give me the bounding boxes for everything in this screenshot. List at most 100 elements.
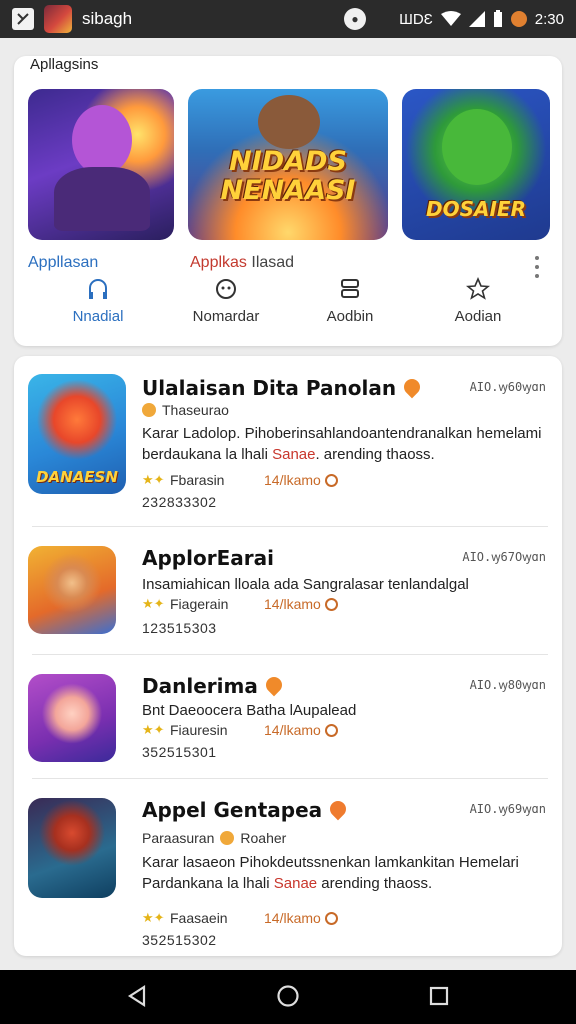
download-count: 352515302: [142, 932, 217, 948]
publisher: Thaseurao: [142, 402, 229, 418]
nav-label: Aodian: [454, 308, 502, 325]
publisher-name: Paraasuran: [142, 830, 215, 846]
publisher: Paraasuran Roaher: [142, 830, 286, 846]
downloads: 14/lkamo: [264, 722, 321, 738]
app-description: Bnt Daeoocera Batha lAupalead: [142, 702, 357, 719]
character-body: [54, 167, 150, 231]
rating-row: ★✦ Fbarasin 14/lkamo: [142, 472, 338, 488]
star-outline-icon: [466, 276, 490, 300]
clock: 2:30: [534, 10, 564, 28]
nav-label: Nnadial: [72, 308, 124, 325]
character-art: [72, 105, 132, 175]
app-thumbnail: [44, 5, 72, 33]
record-icon: ●: [344, 8, 366, 30]
download-icon: [324, 723, 338, 737]
nav-item-nomardar[interactable]: Nomardar: [166, 276, 286, 325]
publisher-name-2: Roaher: [240, 830, 287, 846]
download-count: 352515301: [142, 744, 217, 760]
divider: [32, 526, 548, 527]
stars-icon: ★✦: [142, 910, 165, 925]
downloads: 14/lkamo: [264, 910, 321, 926]
rating-label: Fbarasin: [170, 472, 225, 488]
icon-art-text: DANAESN: [36, 468, 118, 486]
rating-row: ★✦ Fiauresin 14/lkamo: [142, 722, 338, 738]
tile-label-2-red: Applkas: [190, 254, 247, 271]
app-version: AIO.ꝡ80ꝡɑn: [469, 678, 546, 692]
app-icon: DANAESN: [28, 374, 126, 494]
nav-item-aodbin[interactable]: Aodbin: [290, 276, 410, 325]
home-icon[interactable]: [276, 984, 300, 1008]
list-item[interactable]: ApplorEarai AIO.ꝡ67Oꝡɑn Insamiahican llo…: [14, 528, 562, 656]
app-name: Ulalaisan Dita Panolan: [142, 375, 424, 400]
tile-label-2[interactable]: Applkas Ilasad: [190, 254, 294, 272]
divider: [32, 654, 548, 655]
downloads: 14/lkamo: [264, 596, 321, 612]
network-label: ШDƐ: [399, 10, 433, 28]
status-bar: sibagh ● ШDƐ 2:30: [0, 0, 576, 38]
nav-label: Aodbin: [326, 308, 374, 325]
download-count: 232833302: [142, 494, 217, 510]
featured-tile-3[interactable]: DOSAIER: [402, 89, 550, 240]
list-item[interactable]: DANAESN Ulalaisan Dita Panolan AIO.ꝡ60ꝡɑ…: [14, 356, 562, 527]
character-art: [442, 109, 512, 185]
stars-icon: ★✦: [142, 472, 165, 487]
app-name: ApplorEarai: [142, 546, 274, 570]
badge-icon: [216, 279, 236, 299]
nav-item-nnadial[interactable]: Nnadial: [38, 276, 158, 325]
signal-icon: [468, 11, 485, 27]
battery-icon: [493, 10, 502, 27]
featured-tile-2[interactable]: NIDADS NENAASI: [188, 89, 388, 240]
coin-icon: [220, 831, 235, 845]
download-icon: [324, 473, 338, 487]
download-icon: [324, 911, 338, 925]
status-right: ШDƐ 2:30: [399, 0, 564, 38]
rating-row: ★✦ Faasaein 14/lkamo: [142, 910, 338, 926]
rating-label: Fiauresin: [170, 722, 228, 738]
tile-label-2-rest: Ilasad: [246, 254, 295, 271]
category-nav: Nnadial Nomardar Aodbin Aodian: [14, 276, 562, 346]
notification-icon: [510, 11, 527, 27]
featured-tile-1[interactable]: [28, 89, 174, 240]
app-name: Danlerima: [142, 673, 286, 698]
app-description: Insamiahican lloala ada Sangralasar tenl…: [142, 576, 469, 593]
list-item[interactable]: Danlerima AIO.ꝡ80ꝡɑn Bnt Daeoocera Batha…: [14, 656, 562, 780]
list-item[interactable]: Appel Gentapea AIO.ꝡ69ꝡɑn Paraasuran Roah…: [14, 780, 562, 948]
app-name-text: Danlerima: [142, 674, 258, 698]
wifi-icon: [440, 11, 461, 26]
app-name-text: Ulalaisan Dita Panolan: [142, 376, 397, 400]
description-highlight: Sanae: [273, 875, 318, 892]
system-nav-bar: [0, 970, 576, 1024]
rating-label: Faasaein: [170, 910, 228, 926]
recents-icon[interactable]: [428, 984, 450, 1008]
app-switch-icon: [12, 8, 34, 30]
nav-item-aodian[interactable]: Aodian: [418, 276, 538, 325]
stack-icon: [341, 279, 359, 298]
divider: [32, 778, 548, 779]
flame-icon: [262, 673, 286, 697]
app-list: DANAESN Ulalaisan Dita Panolan AIO.ꝡ60ꝡɑ…: [14, 356, 562, 956]
app-description: Karar Ladolop. Pihoberinsahlandoantendra…: [142, 423, 542, 465]
app-description: Karar lasaeon Pihokdeutssnenkan lamkanki…: [142, 852, 542, 894]
character-art: [258, 95, 320, 149]
coin-icon: [142, 403, 156, 417]
description-tail: arending thaoss.: [317, 875, 433, 892]
status-left: sibagh: [12, 5, 132, 33]
stars-icon: ★✦: [142, 722, 165, 737]
app-name: Appel Gentapea: [142, 797, 350, 822]
tile-art-text: NIDADS NENAASI: [220, 146, 356, 206]
stars-icon: ★✦: [142, 596, 165, 611]
more-options-icon[interactable]: [533, 256, 541, 278]
back-icon[interactable]: [126, 984, 148, 1008]
download-icon: [324, 597, 338, 611]
download-count: 123515303: [142, 620, 217, 636]
rating-label: Fiagerain: [170, 596, 229, 612]
status-title: sibagh: [82, 9, 133, 28]
nav-label: Nomardar: [192, 308, 260, 325]
tile-label-1[interactable]: Appllasan: [28, 254, 98, 272]
app-version: AIO.ꝡ60ꝡɑn: [469, 380, 546, 394]
description-tail: . arending thaoss.: [315, 446, 435, 463]
rating-row: ★✦ Fiagerain 14/lkamo: [142, 596, 338, 612]
heart-icon: [326, 797, 350, 821]
section-title: Apllagsins: [30, 56, 99, 73]
app-icon: [28, 546, 116, 634]
